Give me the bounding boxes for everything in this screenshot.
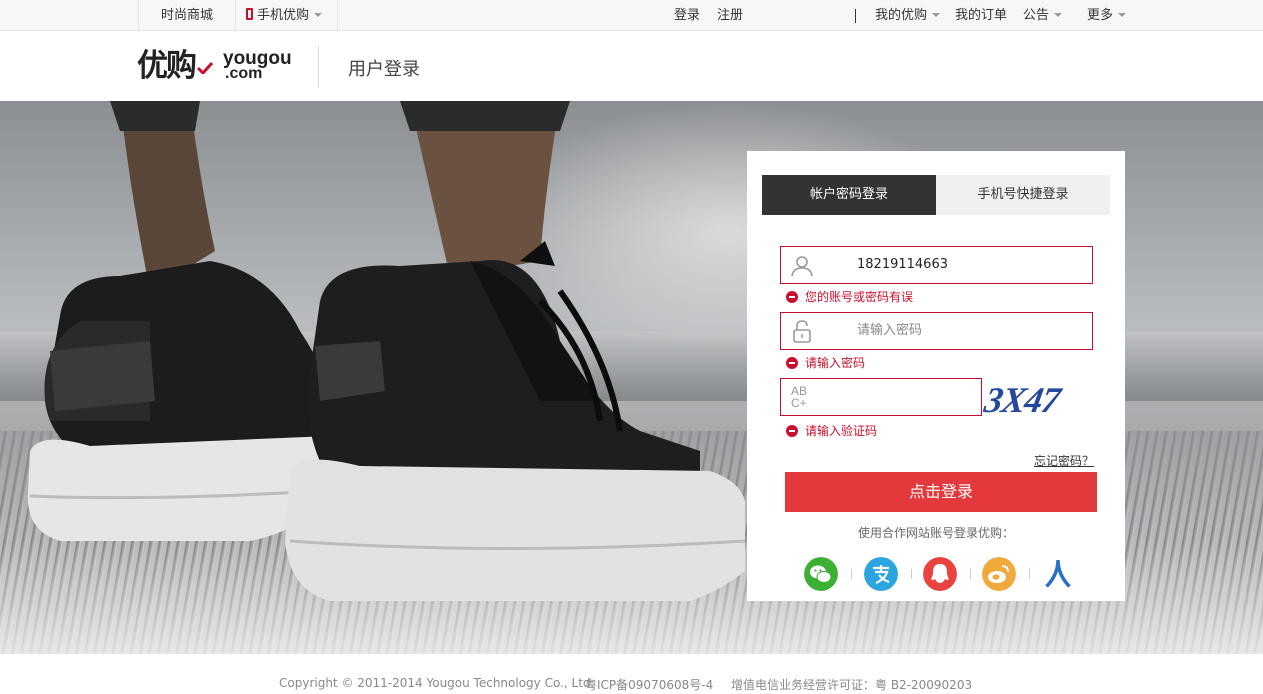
login-tabs: 帐户密码登录 手机号快捷登录 — [762, 175, 1110, 215]
social-divider — [911, 569, 912, 579]
password-error-message: 请输入密码 — [786, 355, 865, 371]
chevron-down-icon — [1054, 13, 1063, 17]
my-orders-link[interactable]: 我的订单 — [955, 0, 1007, 31]
tab-phone-quick-login[interactable]: 手机号快捷登录 — [936, 175, 1110, 215]
account-error-text: 您的账号或密码有误 — [805, 290, 914, 304]
weibo-icon[interactable] — [982, 557, 1016, 591]
password-error-text: 请输入密码 — [805, 356, 866, 370]
alipay-icon[interactable] — [864, 557, 898, 591]
captcha-field[interactable]: AB C+ — [780, 378, 982, 416]
social-divider — [851, 569, 852, 579]
account-field[interactable]: 18219114663 — [780, 246, 1093, 284]
login-panel: 帐户密码登录 手机号快捷登录 18219114663 您的账号或密码有误 请输入… — [747, 151, 1125, 601]
chevron-down-icon — [1118, 13, 1127, 17]
chevron-down-icon — [932, 13, 941, 17]
register-link[interactable]: 注册 — [717, 0, 743, 31]
error-icon — [786, 291, 798, 303]
icp-link[interactable]: 粤ICP备09070608号-4 — [585, 676, 713, 693]
captcha-error-text: 请输入验证码 — [805, 424, 878, 438]
password-input[interactable]: 请输入密码 — [857, 313, 922, 349]
captcha-image-text: 3X47 — [981, 380, 1063, 420]
mobile-yougou-menu[interactable]: 手机优购 — [237, 0, 338, 31]
notice-menu[interactable]: 公告 — [1023, 0, 1063, 31]
notice-label: 公告 — [1023, 8, 1050, 23]
account-error-message: 您的账号或密码有误 — [786, 289, 913, 305]
mobile-yougou-label: 手机优购 — [257, 8, 310, 23]
copyright-text: Copyright © 2011-2014 Yougou Technology … — [279, 676, 595, 690]
forgot-password-link[interactable]: 忘记密码？ — [1034, 452, 1094, 469]
site-header: 优购 yougou .com 用户登录 — [0, 32, 1263, 101]
fashion-mall-link[interactable]: 时尚商城 — [138, 0, 236, 31]
captcha-image[interactable]: 3X47 — [981, 379, 1091, 421]
header-divider — [318, 45, 319, 88]
check-mark-icon — [197, 62, 213, 74]
logo-chinese-text: 优购 — [137, 48, 197, 84]
logo-domain-text: .com — [225, 65, 263, 82]
wechat-icon[interactable] — [804, 557, 838, 591]
login-submit-button[interactable]: 点击登录 — [785, 472, 1097, 512]
divider — [855, 9, 856, 23]
top-nav-bar: 时尚商城 手机优购 登录 注册 我的优购 我的订单 公告 更多 — [0, 0, 1263, 31]
chevron-down-icon — [314, 13, 323, 17]
license-text: 增值电信业务经营许可证：粤 B2-20090203 — [731, 678, 973, 692]
error-icon — [786, 357, 798, 369]
qq-icon[interactable] — [923, 557, 957, 591]
password-field[interactable]: 请输入密码 — [780, 312, 1093, 350]
partner-login-text: 使用合作网站账号登录优购： — [857, 526, 1014, 540]
account-input-value[interactable]: 18219114663 — [857, 247, 948, 283]
tab-account-password[interactable]: 帐户密码登录 — [762, 175, 936, 215]
lock-icon — [793, 320, 811, 343]
error-icon — [786, 425, 798, 437]
more-menu[interactable]: 更多 — [1087, 0, 1127, 31]
captcha-error-message: 请输入验证码 — [786, 423, 877, 439]
captcha-icon: AB C+ — [791, 384, 808, 410]
renren-icon[interactable] — [1041, 557, 1075, 591]
page-title: 用户登录 — [348, 59, 420, 80]
social-divider — [1029, 569, 1030, 579]
my-yougou-menu[interactable]: 我的优购 — [875, 0, 941, 31]
phone-icon — [246, 8, 253, 20]
site-footer: Copyright © 2011-2014 Yougou Technology … — [0, 654, 1263, 694]
login-link[interactable]: 登录 — [674, 0, 700, 31]
user-icon — [791, 256, 813, 277]
social-divider — [970, 569, 971, 579]
my-yougou-label: 我的优购 — [875, 8, 928, 23]
more-label: 更多 — [1087, 8, 1114, 23]
